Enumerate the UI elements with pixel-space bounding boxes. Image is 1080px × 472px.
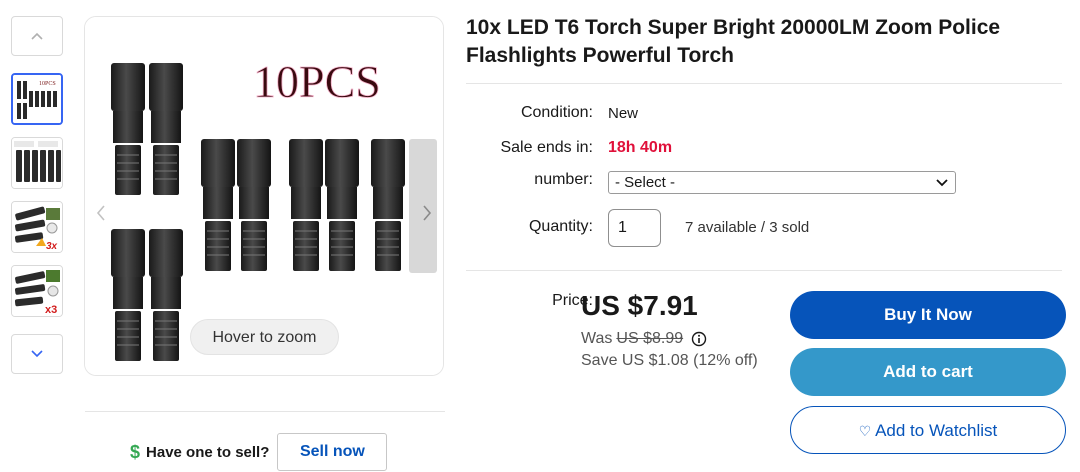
thumbnail-image: x3: [12, 266, 62, 316]
product-title: 10x LED T6 Torch Super Bright 20000LM Zo…: [466, 16, 1001, 67]
quantity-input[interactable]: 1: [608, 209, 661, 247]
was-price-row: Was US $8.99: [581, 330, 707, 348]
quantity-label: Quantity:: [528, 218, 593, 235]
was-price: US $8.99: [616, 330, 684, 347]
price-value: US $7.91: [581, 290, 698, 321]
thumb-label: 10PCS: [39, 81, 56, 87]
image-next-button[interactable]: [415, 193, 439, 233]
sale-ends-value: 18h 40m: [608, 139, 673, 156]
divider: [85, 411, 445, 412]
chevron-left-icon: [96, 205, 105, 221]
watchlist-label: Add to Watchlist: [875, 421, 998, 440]
image-banner-text: 10PCS: [253, 56, 381, 107]
chevron-down-icon: [936, 179, 948, 187]
thumbnail-scroll-up-button[interactable]: [11, 16, 63, 56]
heart-icon: ♡: [858, 423, 872, 439]
number-select-value: - Select -: [615, 174, 676, 191]
condition-label: Condition:: [520, 104, 593, 121]
info-icon[interactable]: [691, 331, 707, 347]
sale-ends-label: Sale ends in:: [500, 139, 593, 156]
number-select[interactable]: - Select -: [608, 171, 956, 194]
chevron-up-icon: [31, 32, 43, 40]
chevron-right-icon: [423, 205, 432, 221]
thumbnail-image: 3x: [12, 202, 62, 252]
thumb-label: x3: [45, 304, 57, 316]
sell-now-button[interactable]: Sell now: [277, 433, 388, 471]
savings-text: Save US $1.08 (12% off): [581, 352, 758, 369]
image-prev-button[interactable]: [89, 193, 113, 233]
was-label: Was: [581, 330, 613, 347]
dollar-icon: $: [130, 441, 141, 462]
thumbnail-image: [12, 138, 62, 188]
chevron-down-icon: [31, 350, 43, 358]
divider: [466, 270, 1062, 271]
sell-prompt: Have one to sell?: [146, 443, 270, 461]
divider: [466, 83, 1062, 84]
sell-section: $ Have one to sell? Sell now: [130, 432, 388, 472]
thumbnail-image: 10PCS: [13, 75, 61, 123]
condition-value: New: [608, 105, 639, 122]
thumbnail-3[interactable]: 3x: [11, 201, 63, 253]
main-product-image[interactable]: 10PCS Hover to zoom: [84, 16, 444, 376]
add-to-cart-button[interactable]: Add to cart: [790, 348, 1066, 396]
number-label: number:: [534, 171, 593, 188]
buy-it-now-button[interactable]: Buy It Now: [790, 291, 1066, 339]
thumbnail-4[interactable]: x3: [11, 265, 63, 317]
hover-to-zoom-label: Hover to zoom: [190, 319, 339, 355]
thumb-label: 3x: [46, 241, 58, 252]
thumbnail-2[interactable]: [11, 137, 63, 189]
thumbnail-1[interactable]: 10PCS: [11, 73, 63, 125]
add-to-watchlist-button[interactable]: ♡ Add to Watchlist: [790, 406, 1066, 454]
thumbnail-scroll-down-button[interactable]: [11, 334, 63, 374]
availability-text: 7 available / 3 sold: [685, 219, 810, 236]
